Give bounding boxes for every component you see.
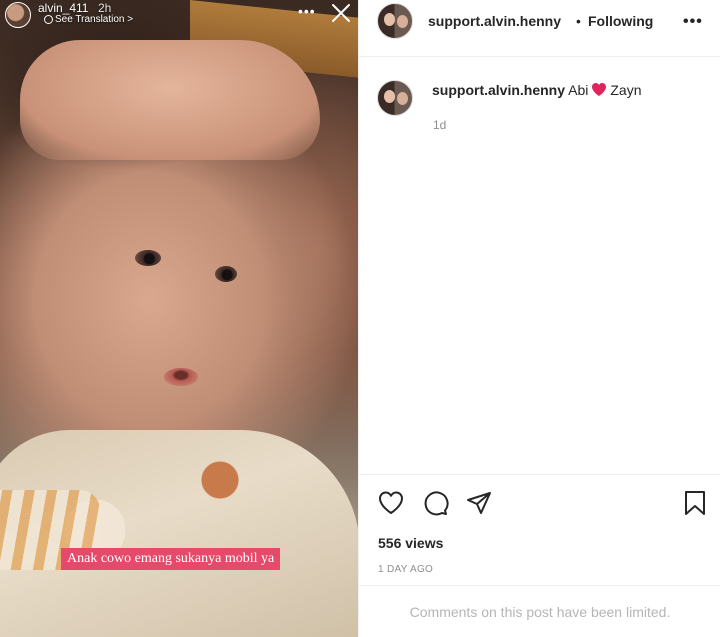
story-more-icon[interactable]: ••• [298, 3, 316, 19]
story-avatar[interactable] [5, 2, 31, 28]
photo-mouth [164, 368, 198, 386]
post-panel: support.alvin.henny • Following ••• supp… [358, 0, 720, 637]
post-author-avatar[interactable] [377, 3, 413, 39]
following-button[interactable]: Following [588, 13, 653, 29]
post-date: 1 DAY AGO [378, 564, 434, 575]
caption-text-after: Zayn [610, 82, 642, 98]
close-icon[interactable] [330, 2, 352, 24]
see-translation-link[interactable]: See Translation > [42, 14, 133, 25]
footer-divider [359, 585, 720, 586]
globe-icon [44, 15, 53, 24]
post-options-icon[interactable]: ••• [683, 13, 703, 31]
photo-hand [20, 40, 320, 160]
story-photo[interactable]: alvin_411 2h See Translation > ••• Anak … [0, 0, 358, 637]
header-divider [359, 56, 720, 57]
photo-shirt [0, 430, 358, 637]
story-caption-sticker: Anak cowo emang sukanya mobil ya [61, 548, 281, 570]
story-header: alvin_411 2h See Translation > ••• [0, 0, 358, 40]
post-author-username[interactable]: support.alvin.henny [428, 13, 561, 29]
header-separator: • [576, 13, 581, 29]
caption-author-avatar[interactable] [377, 80, 413, 116]
photo-eye-left [135, 250, 161, 266]
caption-time-ago: 1d [433, 118, 447, 132]
caption-text-before: Abi [568, 82, 589, 98]
views-count[interactable]: 556 views [378, 535, 443, 551]
photo-eye-right [215, 266, 237, 282]
story-time: 2h [98, 1, 112, 15]
comment-icon[interactable] [421, 489, 449, 517]
actions-divider [359, 474, 720, 475]
share-icon[interactable] [465, 489, 493, 517]
comments-limited-notice: Comments on this post have been limited. [409, 604, 671, 620]
story-username[interactable]: alvin_411 [38, 1, 88, 15]
bookmark-icon[interactable] [681, 489, 709, 517]
caption-author-username[interactable]: support.alvin.henny [432, 82, 565, 98]
see-translation-label: See Translation > [55, 14, 134, 25]
heart-icon[interactable] [377, 489, 405, 517]
caption-comment: support.alvin.henny Abi Zayn [432, 82, 642, 98]
heart-emoji-icon [592, 83, 607, 96]
